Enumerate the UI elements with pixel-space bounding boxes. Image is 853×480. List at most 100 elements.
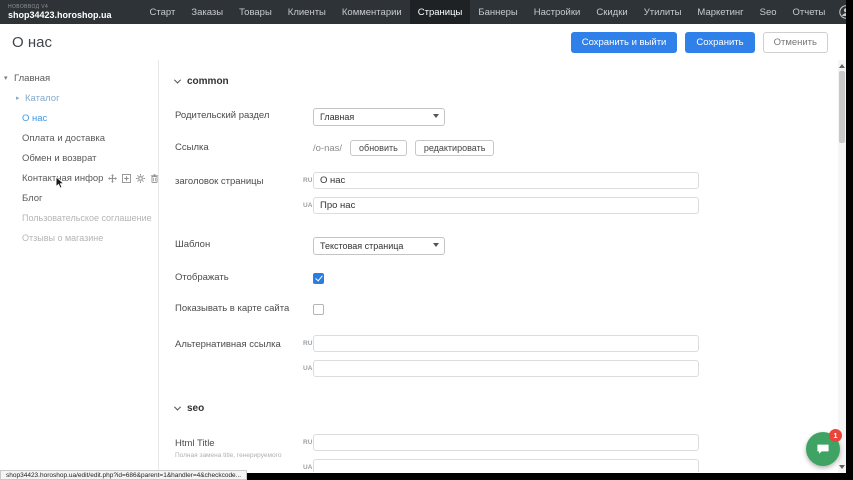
html-title-label-text: Html Title bbox=[175, 438, 215, 449]
parent-section-row: Родительский раздел Главная bbox=[175, 107, 838, 126]
nav-reports[interactable]: Отчеты bbox=[785, 0, 834, 24]
sitemap-checkbox[interactable] bbox=[313, 304, 324, 315]
alt-link-row: Альтернативная ссылка RU UA bbox=[175, 335, 838, 377]
html-title-ru-input[interactable] bbox=[313, 434, 699, 451]
lang-ru-label: RU bbox=[303, 340, 313, 347]
page-header: О нас Сохранить и выйти Сохранить Отмени… bbox=[0, 24, 846, 60]
lang-ua-label: UA bbox=[303, 365, 313, 372]
caret-down-icon[interactable]: ▾ bbox=[4, 74, 8, 82]
scroll-up-icon[interactable] bbox=[839, 64, 845, 68]
tree-item-label: Каталог bbox=[25, 93, 60, 104]
topbar: НОВОВВОД V4 shop34423.horoshop.ua Старт … bbox=[0, 0, 846, 24]
link-label: Ссылка bbox=[175, 142, 303, 154]
header-buttons: Сохранить и выйти Сохранить Отменить bbox=[571, 32, 834, 53]
tree-item-label: Главная bbox=[14, 73, 50, 84]
tree-item-label: О нас bbox=[22, 113, 47, 124]
chevron-down-icon bbox=[174, 77, 181, 84]
alt-link-ru-input[interactable] bbox=[313, 335, 699, 352]
template-label: Шаблон bbox=[175, 239, 303, 251]
page-title-row: заголовок страницы RU UA bbox=[175, 172, 838, 214]
tree-item-payment-delivery[interactable]: Оплата и доставка bbox=[0, 128, 158, 148]
lang-ru-label: RU bbox=[303, 177, 313, 184]
tree-item-user-agreement[interactable]: Пользовательское соглашение bbox=[0, 208, 158, 228]
lang-ua-label: UA bbox=[303, 202, 313, 209]
tree-item-store-reviews[interactable]: Отзывы о магазине bbox=[0, 228, 158, 248]
nav-utilities[interactable]: Утилиты bbox=[636, 0, 690, 24]
nav-comments[interactable]: Комментарии bbox=[334, 0, 410, 24]
brand[interactable]: НОВОВВОД V4 shop34423.horoshop.ua bbox=[8, 0, 112, 24]
nav-products[interactable]: Товары bbox=[231, 0, 280, 24]
chevron-down-icon bbox=[174, 403, 181, 410]
tree-item-exchange-return[interactable]: Обмен и возврат bbox=[0, 148, 158, 168]
alt-link-ua-input[interactable] bbox=[313, 360, 699, 377]
chat-widget-button[interactable]: 1 bbox=[806, 432, 840, 466]
tree-item-label: Обмен и возврат bbox=[22, 153, 97, 164]
nav-seo[interactable]: Seo bbox=[752, 0, 785, 24]
move-icon[interactable] bbox=[108, 174, 117, 183]
nav-discounts[interactable]: Скидки bbox=[588, 0, 635, 24]
page-title-ua-input[interactable] bbox=[313, 197, 699, 214]
tree-item-actions bbox=[108, 174, 159, 183]
display-row: Отображать bbox=[175, 272, 838, 284]
scroll-down-icon[interactable] bbox=[839, 465, 845, 469]
nav-marketing[interactable]: Маркетинг bbox=[689, 0, 751, 24]
brand-version: НОВОВВОД V4 bbox=[8, 5, 112, 10]
sitemap-row: Показывать в карте сайта bbox=[175, 303, 838, 315]
tree-item-label: Контактная инфор bbox=[22, 173, 103, 184]
tree-item-blog[interactable]: Блог bbox=[0, 188, 158, 208]
brand-domain: shop34423.horoshop.ua bbox=[8, 11, 112, 20]
section-common[interactable]: common bbox=[175, 76, 838, 87]
tree-item-label: Блог bbox=[22, 193, 43, 204]
display-checkbox[interactable] bbox=[313, 273, 324, 284]
caret-right-icon[interactable]: ▸ bbox=[16, 94, 20, 102]
nav-pages[interactable]: Страницы bbox=[410, 0, 471, 24]
tree-item-contacts[interactable]: Контактная инфор bbox=[0, 168, 158, 188]
nav-clients[interactable]: Клиенты bbox=[280, 0, 334, 24]
chat-icon bbox=[815, 441, 831, 457]
tree-item-label: Оплата и доставка bbox=[22, 133, 105, 144]
add-page-icon[interactable] bbox=[122, 174, 131, 183]
nav-orders[interactable]: Заказы bbox=[183, 0, 231, 24]
template-row: Шаблон Текстовая страница bbox=[175, 236, 838, 255]
save-button[interactable]: Сохранить bbox=[685, 32, 754, 53]
chat-unread-badge: 1 bbox=[829, 429, 842, 442]
page-title-ru-input[interactable] bbox=[313, 172, 699, 189]
scrollbar-thumb[interactable] bbox=[839, 71, 845, 143]
vertical-scrollbar[interactable] bbox=[838, 60, 846, 473]
template-select[interactable]: Текстовая страница bbox=[313, 237, 445, 255]
page-title-label: заголовок страницы bbox=[175, 172, 303, 188]
link-update-button[interactable]: обновить bbox=[350, 140, 407, 156]
html-title-note: Полная замена title, генерируемого bbox=[175, 452, 303, 460]
link-edit-button[interactable]: редактировать bbox=[415, 140, 495, 156]
section-seo-label: seo bbox=[187, 403, 204, 414]
parent-section-select[interactable]: Главная bbox=[313, 108, 445, 126]
lang-ua-label: UA bbox=[303, 464, 313, 471]
alt-link-label: Альтернативная ссылка bbox=[175, 335, 303, 351]
html-title-ua-input[interactable] bbox=[313, 459, 699, 472]
link-value: /o-nas/ bbox=[313, 143, 342, 154]
admin-app: НОВОВВОД V4 shop34423.horoshop.ua Старт … bbox=[0, 0, 846, 473]
nav-settings[interactable]: Настройки bbox=[526, 0, 589, 24]
tree-item-catalog[interactable]: ▸ Каталог bbox=[0, 88, 158, 108]
gear-icon[interactable] bbox=[136, 174, 145, 183]
status-url: shop34423.horoshop.ua/edit/edit.php?id=6… bbox=[6, 472, 241, 479]
parent-section-label: Родительский раздел bbox=[175, 110, 303, 122]
page-edit-form: common Родительский раздел Главная Ссылк… bbox=[158, 60, 838, 472]
screen: НОВОВВОД V4 shop34423.horoshop.ua Старт … bbox=[0, 0, 853, 480]
page-title: О нас bbox=[12, 34, 52, 51]
topbar-icons bbox=[833, 0, 846, 24]
user-account-icon[interactable] bbox=[839, 5, 846, 19]
display-label: Отображать bbox=[175, 272, 303, 284]
main-nav: Старт Заказы Товары Клиенты Комментарии … bbox=[142, 0, 834, 24]
section-seo[interactable]: seo bbox=[175, 403, 838, 414]
nav-start[interactable]: Старт bbox=[142, 0, 184, 24]
cancel-button[interactable]: Отменить bbox=[763, 32, 828, 53]
tree-item-label: Пользовательское соглашение bbox=[22, 213, 152, 223]
status-bar: shop34423.horoshop.ua/edit/edit.php?id=6… bbox=[0, 470, 247, 480]
tree-item-label: Отзывы о магазине bbox=[22, 233, 103, 243]
tree-item-home[interactable]: ▾ Главная bbox=[0, 68, 158, 88]
nav-banners[interactable]: Баннеры bbox=[470, 0, 525, 24]
link-row: Ссылка /o-nas/ обновить редактировать bbox=[175, 140, 838, 156]
save-and-exit-button[interactable]: Сохранить и выйти bbox=[571, 32, 678, 53]
tree-item-about[interactable]: О нас bbox=[0, 108, 158, 128]
